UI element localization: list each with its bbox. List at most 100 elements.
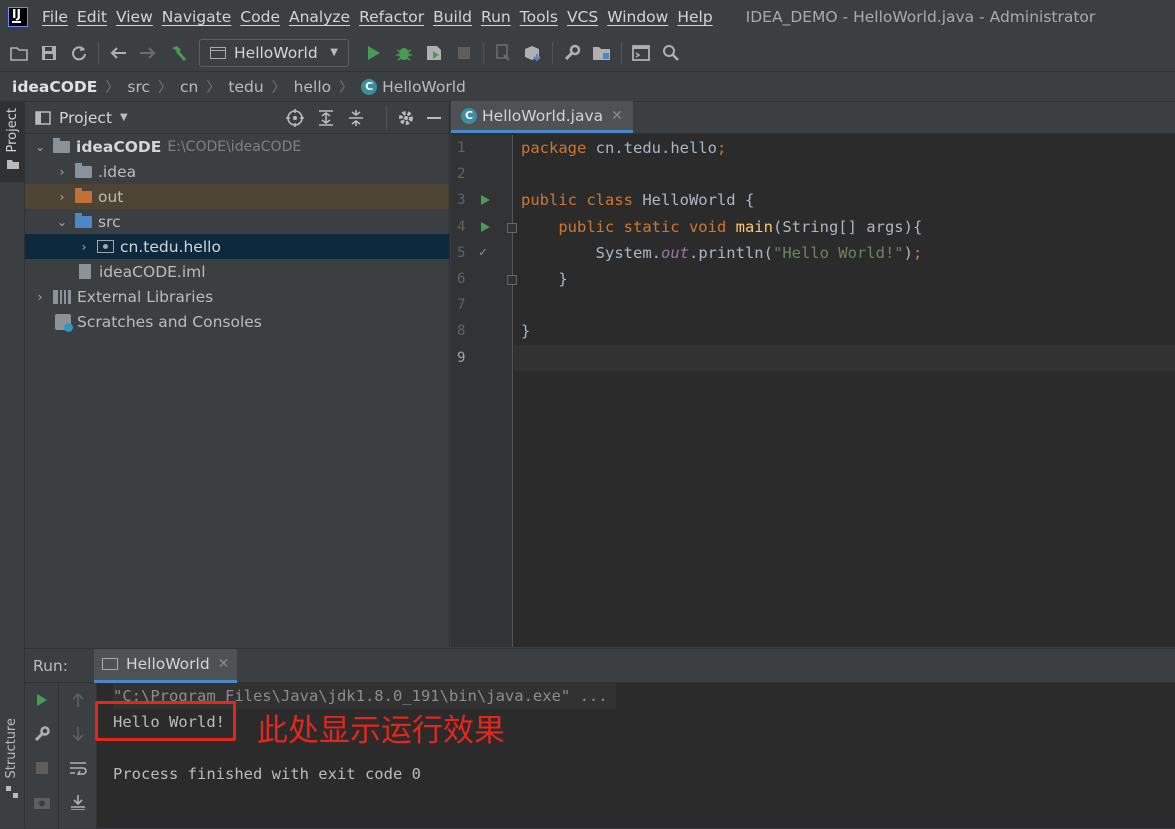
menu-analyze[interactable]: Analyze [289,8,350,26]
console-line: Process finished with exit code 0 [113,761,1175,787]
application-config-icon [101,658,118,670]
tree-item-label: cn.tedu.hello [120,237,221,256]
menu-build[interactable]: Build [433,8,472,26]
menu-window[interactable]: Window [607,8,668,26]
project-panel-header: Project ▼ [25,102,449,134]
save-icon[interactable] [34,38,64,68]
breadcrumb-cn[interactable]: cn [180,78,198,96]
tree-item-iml[interactable]: ideaCODE.iml [25,259,449,284]
project-view-label[interactable]: Project [59,109,112,127]
close-icon[interactable]: ✕ [611,108,623,124]
sdk-icon[interactable] [518,38,548,68]
settings-icon[interactable] [557,38,587,68]
terminal-icon[interactable] [626,38,656,68]
editor-tab-helloworld[interactable]: C HelloWorld.java ✕ [451,101,633,133]
tree-item-idea[interactable]: › .idea [25,159,449,184]
breadcrumb-class[interactable]: HelloWorld [382,78,466,96]
chevron-down-icon: ▼ [330,47,338,58]
tree-item-label: ideaCODE.iml [99,262,206,281]
gear-icon[interactable] [397,109,415,127]
up-arrow-icon[interactable] [59,683,96,717]
soft-wrap-icon[interactable] [59,751,96,785]
down-arrow-icon[interactable] [59,717,96,751]
chevron-down-icon: ⌄ [34,139,46,154]
locate-icon[interactable] [286,108,304,127]
breadcrumb-src[interactable]: src [127,78,150,96]
left-tool-strip: Project [0,102,25,647]
line-number: 7 [457,297,466,314]
attach-icon[interactable] [488,38,518,68]
search-icon[interactable] [656,38,686,68]
breadcrumb-hello[interactable]: hello [294,78,331,96]
project-structure-icon[interactable] [587,38,617,68]
chevron-right-icon: › [59,189,65,204]
menu-bar: IJ File Edit View Navigate Code Analyze … [0,0,1175,34]
collapse-all-icon[interactable] [348,109,364,127]
toolbar-separator [552,41,553,64]
chevron-down-icon[interactable]: ▼ [120,112,128,123]
tree-item-external-libraries[interactable]: › External Libraries [25,284,449,309]
code-area[interactable]: package cn.tedu.hello; public class Hell… [514,135,1175,647]
module-file-icon [79,264,91,279]
tree-item-src[interactable]: ⌄ src [25,209,449,234]
breadcrumb-project[interactable]: ideaCODE [12,78,97,96]
menu-view[interactable]: View [116,8,153,26]
run-config-label: HelloWorld [234,43,318,62]
excluded-folder-icon [75,187,92,203]
menu-help[interactable]: Help [677,8,712,26]
menu-file[interactable]: File [42,8,68,26]
scroll-to-end-icon[interactable] [59,785,96,819]
back-arrow-icon[interactable] [103,38,133,68]
source-folder-icon [75,212,92,228]
wrench-icon[interactable] [25,717,58,751]
menu-navigate[interactable]: Navigate [162,8,232,26]
run-label: Run: [33,656,68,675]
project-view-icon [35,110,51,125]
sync-icon[interactable] [64,38,94,68]
line-number: 5 ✓ [457,244,487,261]
build-hammer-icon[interactable] [163,38,193,68]
code-line: public static void main (String[] args){ [558,217,923,236]
line-number: 6 [451,266,517,292]
menu-code[interactable]: Code [240,8,280,26]
menu-edit[interactable]: Edit [77,8,107,26]
stop-icon[interactable] [449,38,479,68]
console-exit-message: Process finished with exit code 0 [113,765,421,783]
structure-tab-label: Structure [4,718,19,779]
tree-item-package[interactable]: › cn.tedu.hello [25,234,449,259]
run-gutter-icon[interactable] [481,221,490,232]
menu-run[interactable]: Run [481,8,511,26]
structure-icon [6,786,18,798]
folder-icon [6,160,19,170]
toolbar-separator [98,41,99,64]
close-icon[interactable]: ✕ [218,656,230,672]
line-number: 1 [457,140,466,157]
project-tool-tab[interactable]: Project [0,102,25,182]
tree-item-root[interactable]: ⌄ ideaCODE E:\CODE\ideaCODE [25,134,449,159]
camera-icon[interactable] [25,785,58,819]
rerun-icon[interactable] [25,683,58,717]
expand-all-icon[interactable] [318,109,334,127]
window-title: IDEA_DEMO - HelloWorld.java - Administra… [745,8,1096,26]
stop-icon[interactable] [25,751,58,785]
breadcrumb-tedu[interactable]: tedu [228,78,263,96]
tree-item-out[interactable]: › out [25,184,449,209]
menu-vcs[interactable]: VCS [567,8,598,26]
run-tab-helloworld[interactable]: HelloWorld ✕ [93,648,238,683]
tree-root-label: ideaCODE [76,137,162,156]
debug-icon[interactable] [389,38,419,68]
run-icon[interactable] [359,38,389,68]
main-toolbar: HelloWorld ▼ [0,34,1175,72]
menu-refactor[interactable]: Refactor [359,8,424,26]
checkmark-icon: ✓ [479,245,487,261]
open-folder-icon[interactable] [4,38,34,68]
breadcrumb: ideaCODE 〉 src 〉 cn 〉 tedu 〉 hello 〉 C H… [0,72,1175,102]
tree-item-scratches[interactable]: Scratches and Consoles [25,309,449,334]
menu-tools[interactable]: Tools [520,8,558,26]
run-gutter-icon[interactable] [481,195,490,206]
coverage-icon[interactable] [419,38,449,68]
forward-arrow-icon[interactable] [133,38,163,68]
minimize-icon[interactable] [427,116,441,119]
run-configuration-selector[interactable]: HelloWorld ▼ [199,38,349,67]
